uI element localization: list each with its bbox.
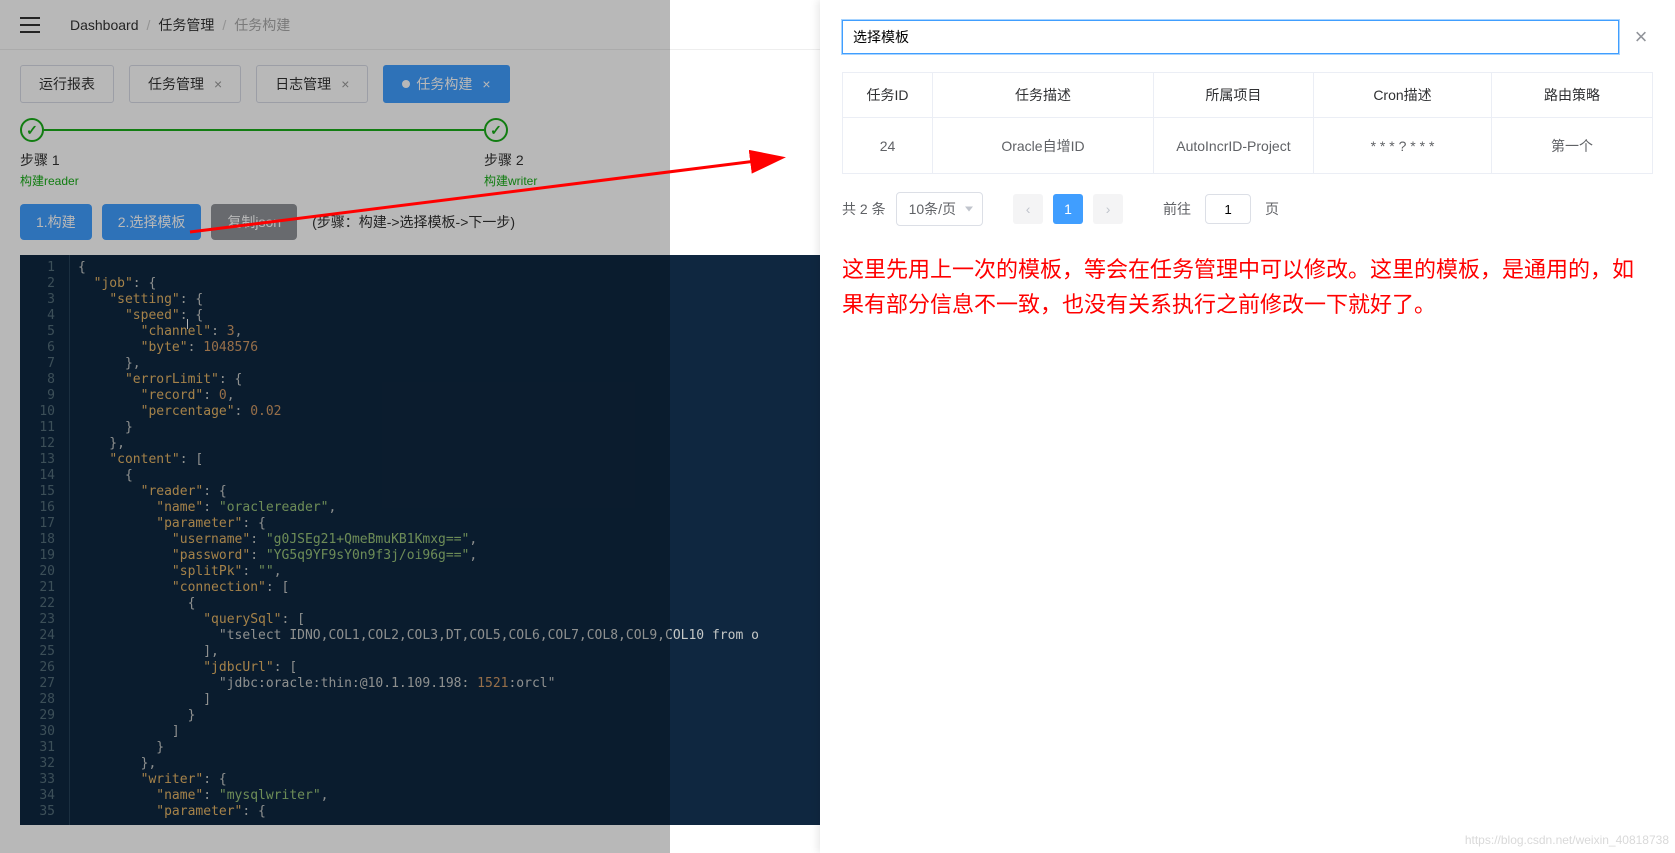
page-size-select[interactable]: 10条/页 xyxy=(896,192,983,226)
step-2-icon xyxy=(484,118,508,142)
goto-suffix: 页 xyxy=(1265,199,1279,219)
tab-task-build[interactable]: 任务构建× xyxy=(383,65,509,103)
goto-prefix: 前往 xyxy=(1163,199,1191,219)
watermark: https://blog.csdn.net/weixin_40818738 xyxy=(1465,833,1669,847)
goto-page-input[interactable] xyxy=(1205,194,1251,224)
hint-text: (步骤：构建->选择模板->下一步) xyxy=(312,212,515,232)
col-cron: Cron描述 xyxy=(1313,73,1491,118)
breadcrumb-item[interactable]: 任务管理 xyxy=(158,15,214,35)
close-icon[interactable]: × xyxy=(214,76,222,92)
step-2-title: 步骤 2 xyxy=(484,150,537,170)
close-icon[interactable]: × xyxy=(1629,24,1653,50)
step-1-sub: 构建reader xyxy=(20,172,484,189)
tab-task-manage[interactable]: 任务管理× xyxy=(129,65,241,103)
build-button[interactable]: 1.构建 xyxy=(20,204,92,240)
step-1-icon xyxy=(20,118,44,142)
annotation-text: 这里先用上一次的模板，等会在任务管理中可以修改。这里的模板，是通用的，如果有部分… xyxy=(842,252,1653,322)
active-dot-icon xyxy=(402,80,410,88)
menu-toggle-icon[interactable] xyxy=(20,17,40,33)
close-icon[interactable]: × xyxy=(482,76,490,92)
breadcrumb: Dashboard / 任务管理 / 任务构建 xyxy=(70,15,290,35)
pagination: 共 2 条 10条/页 ‹ 1 › 前往 页 xyxy=(842,192,1653,226)
step-1-title: 步骤 1 xyxy=(20,150,484,170)
close-icon[interactable]: × xyxy=(341,76,349,92)
col-project: 所属项目 xyxy=(1153,73,1313,118)
col-task-id: 任务ID xyxy=(843,73,933,118)
col-route: 路由策略 xyxy=(1492,73,1653,118)
prev-page-button[interactable]: ‹ xyxy=(1013,194,1043,224)
tab-report[interactable]: 运行报表 xyxy=(20,65,114,103)
copy-json-button[interactable]: 复制json xyxy=(211,204,297,240)
breadcrumb-item[interactable]: Dashboard xyxy=(70,17,139,33)
tab-log-manage[interactable]: 日志管理× xyxy=(256,65,368,103)
select-template-button[interactable]: 2.选择模板 xyxy=(102,204,202,240)
table-row[interactable]: 24 Oracle自增ID AutoIncrID-Project * * * ?… xyxy=(843,118,1653,174)
template-drawer: × 任务ID 任务描述 所属项目 Cron描述 路由策略 24 Oracle自增… xyxy=(820,0,1675,853)
next-page-button[interactable]: › xyxy=(1093,194,1123,224)
breadcrumb-item: 任务构建 xyxy=(234,15,290,35)
col-task-desc: 任务描述 xyxy=(933,73,1154,118)
editor-gutter: 1234567891011121314151617181920212223242… xyxy=(20,255,70,825)
total-label: 共 2 条 xyxy=(842,199,886,219)
page-number-button[interactable]: 1 xyxy=(1053,194,1083,224)
template-search-input[interactable] xyxy=(842,20,1619,54)
step-2-sub: 构建writer xyxy=(484,172,537,189)
template-table: 任务ID 任务描述 所属项目 Cron描述 路由策略 24 Oracle自增ID… xyxy=(842,72,1653,174)
